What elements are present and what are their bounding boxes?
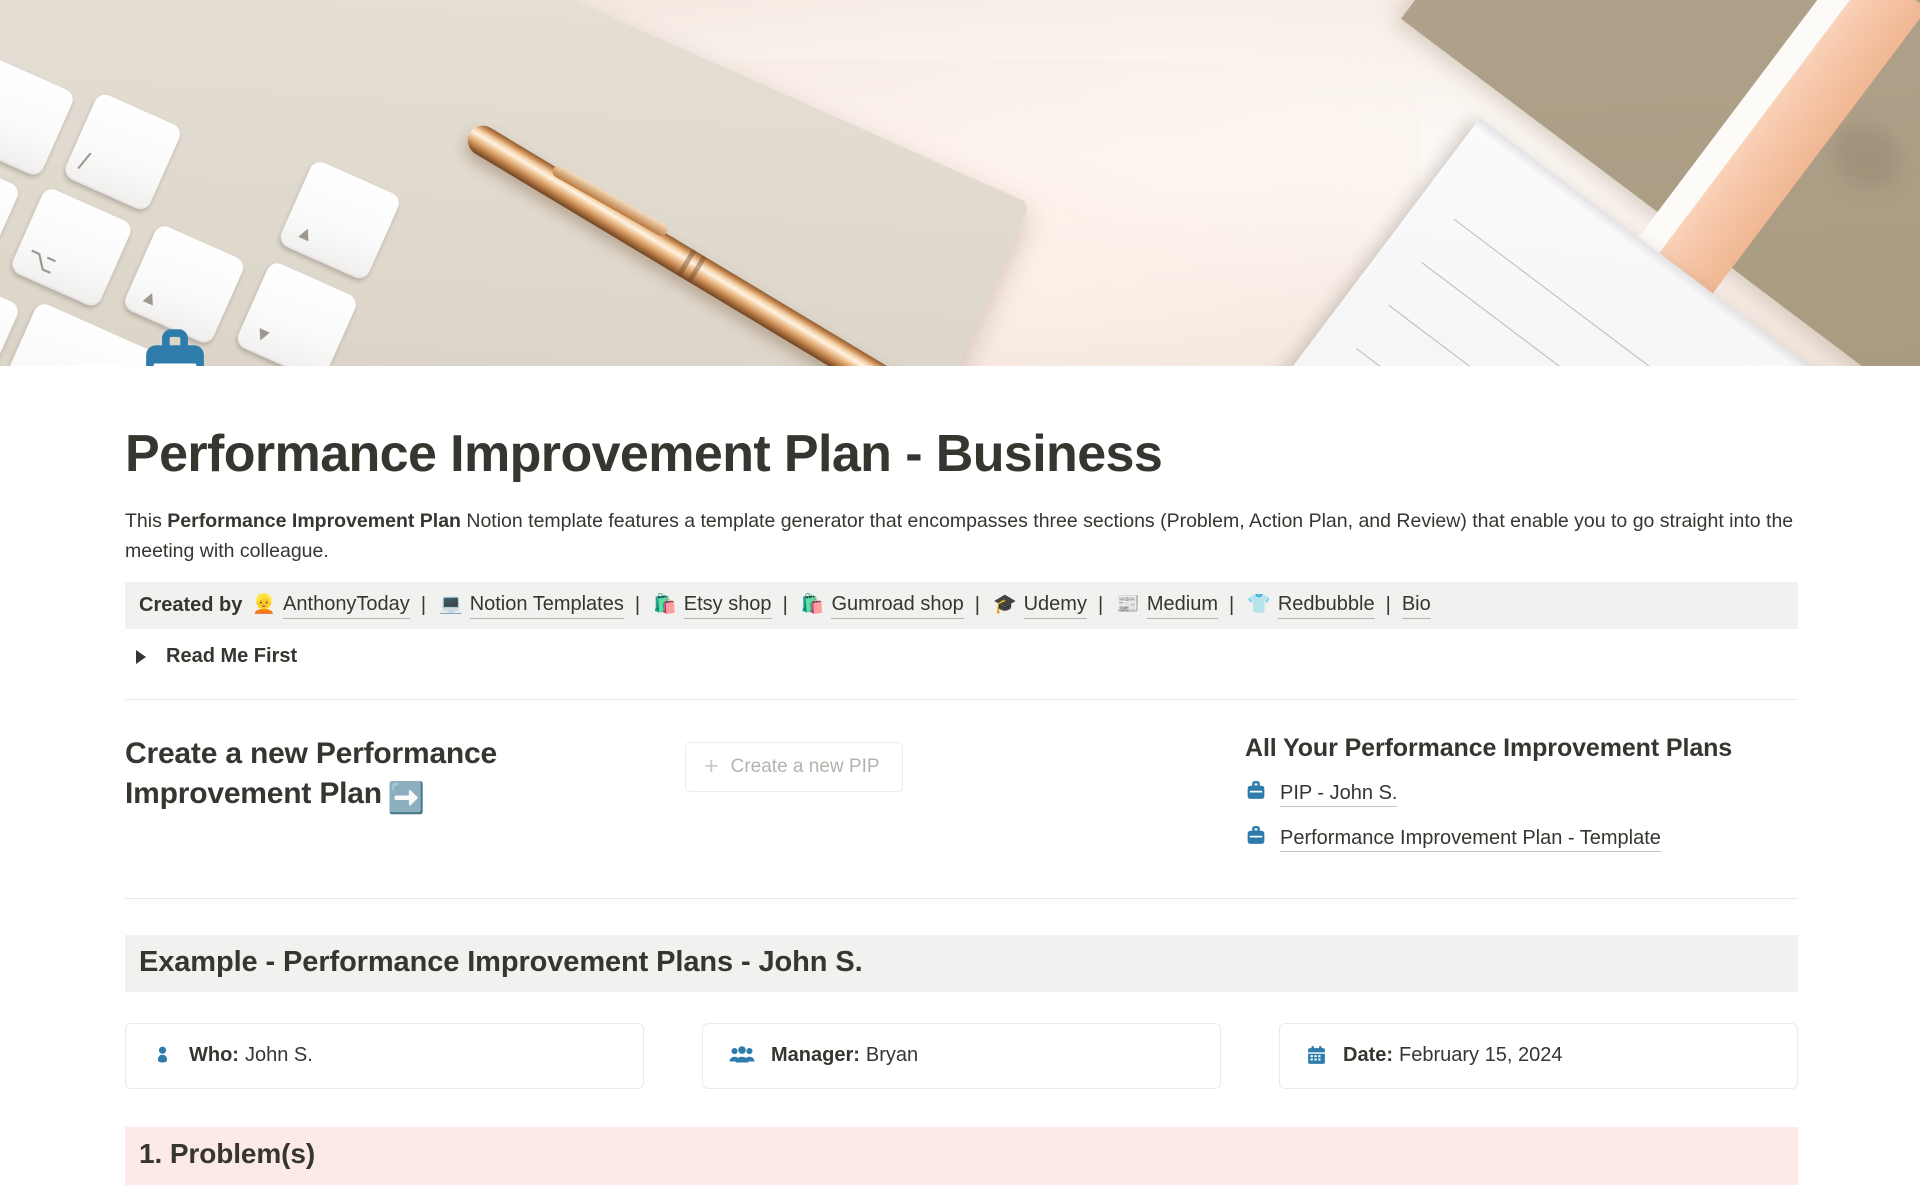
plan-link-pip-john-s[interactable]: PIP - John S. [1280, 782, 1398, 807]
key-arrow-down: ▼ [234, 259, 360, 366]
manager-value: Bryan [865, 1044, 919, 1067]
example-heading: Example - Performance Improvement Plans … [125, 935, 1798, 993]
cover-image[interactable]: < > / | . ⌥ ▲ ▼ ▲ ⌘ [0, 0, 1920, 366]
divider [125, 898, 1798, 900]
who-value: John S. [244, 1044, 313, 1067]
briefcase-icon [1245, 780, 1267, 808]
key-angle-right: > [0, 56, 77, 179]
all-plans-heading: All Your Performance Improvement Plans [1245, 734, 1733, 763]
create-new-pip-button[interactable]: + Create a new PIP [685, 742, 903, 793]
notepad-rule [1421, 261, 1702, 366]
page-content: Performance Improvement Plan - Business … [0, 425, 1920, 1186]
plan-link-pip-template[interactable]: Performance Improvement Plan - Template [1280, 827, 1661, 852]
list-item[interactable]: PIP - John S. [1245, 780, 1798, 808]
read-me-first-label: Read Me First [166, 645, 298, 668]
create-plan-heading-column: Create a new Performance Improvement Pla… [125, 734, 685, 853]
all-plans-column: All Your Performance Improvement Plans P… [1245, 734, 1798, 853]
link-bio[interactable]: Bio [1401, 591, 1431, 620]
shopping-bags-emoji: 🛍️ [800, 594, 825, 616]
link-notion-templates[interactable]: Notion Templates [469, 591, 624, 620]
person-icon [152, 1045, 173, 1066]
link-etsy-shop[interactable]: Etsy shop [683, 591, 772, 620]
create-plan-heading-text: Create a new Performance Improvement Pla… [125, 737, 498, 811]
chevron-right-icon[interactable] [136, 649, 146, 664]
tshirt-emoji: 👕 [1247, 594, 1271, 616]
notepad-rule [1356, 348, 1709, 366]
separator: | [1228, 594, 1235, 617]
separator: | [1097, 594, 1104, 617]
separator: | [974, 594, 980, 617]
link-redbubble[interactable]: Redbubble [1277, 591, 1375, 620]
date-label: Date: [1343, 1044, 1394, 1067]
briefcase-icon [1245, 825, 1267, 853]
separator: | [634, 594, 641, 617]
content-column: Performance Improvement Plan - Business … [125, 425, 1805, 1186]
divider [125, 699, 1798, 701]
description-pre: This [125, 510, 168, 533]
create-plan-button-column: + Create a new PIP [685, 734, 1245, 853]
graduation-cap-emoji: 🎓 [992, 594, 1017, 616]
who-label: Who: [189, 1044, 239, 1067]
link-gumroad-shop[interactable]: Gumroad shop [831, 591, 964, 620]
separator: | [782, 594, 788, 617]
separator: | [1385, 594, 1391, 617]
example-info-cards: Who: John S. Manager: Bryan Date: Februa… [125, 1023, 1798, 1090]
laptop-emoji: 💻 [439, 594, 463, 616]
people-icon [729, 1046, 755, 1065]
separator: | [420, 594, 427, 617]
who-card[interactable]: Who: John S. [125, 1023, 644, 1090]
page-description: This Performance Improvement Plan Notion… [125, 507, 1795, 566]
problem-section-heading: 1. Problem(s) [125, 1127, 1798, 1186]
right-arrow-emoji: ➡️ [387, 782, 426, 816]
link-medium[interactable]: Medium [1146, 591, 1218, 620]
briefcase-icon[interactable] [137, 327, 213, 366]
read-me-first-toggle[interactable]: Read Me First [125, 645, 1805, 668]
link-udemy[interactable]: Udemy [1023, 591, 1087, 620]
page-title: Performance Improvement Plan - Business [125, 425, 1163, 483]
key-arrow-right: ▲ [277, 158, 403, 282]
date-card[interactable]: Date: February 15, 2024 [1279, 1023, 1798, 1090]
key-option: ⌥ [8, 185, 135, 309]
create-plan-heading: Create a new Performance Improvement Pla… [125, 734, 685, 818]
link-anthonytoday[interactable]: AnthonyToday [283, 591, 410, 620]
manager-card[interactable]: Manager: Bryan [702, 1023, 1221, 1090]
created-by-callout: Created by 👱 AnthonyToday | 💻 Notion Tem… [125, 582, 1798, 630]
create-plan-section: Create a new Performance Improvement Pla… [125, 734, 1798, 853]
create-new-pip-label: Create a new PIP [730, 755, 880, 777]
plus-icon: + [704, 752, 719, 781]
calendar-icon [1306, 1045, 1327, 1066]
manager-label: Manager: [771, 1044, 860, 1067]
date-value: February 15, 2024 [1399, 1044, 1563, 1067]
person-blond-emoji: 👱 [252, 594, 277, 616]
description-bold: Performance Improvement Plan [167, 510, 461, 533]
created-by-label: Created by [139, 594, 243, 617]
list-item[interactable]: Performance Improvement Plan - Template [1245, 825, 1798, 853]
shopping-bags-emoji: 🛍️ [653, 594, 677, 616]
newspaper-emoji: 📰 [1116, 594, 1140, 616]
key-slash: / [61, 91, 184, 213]
